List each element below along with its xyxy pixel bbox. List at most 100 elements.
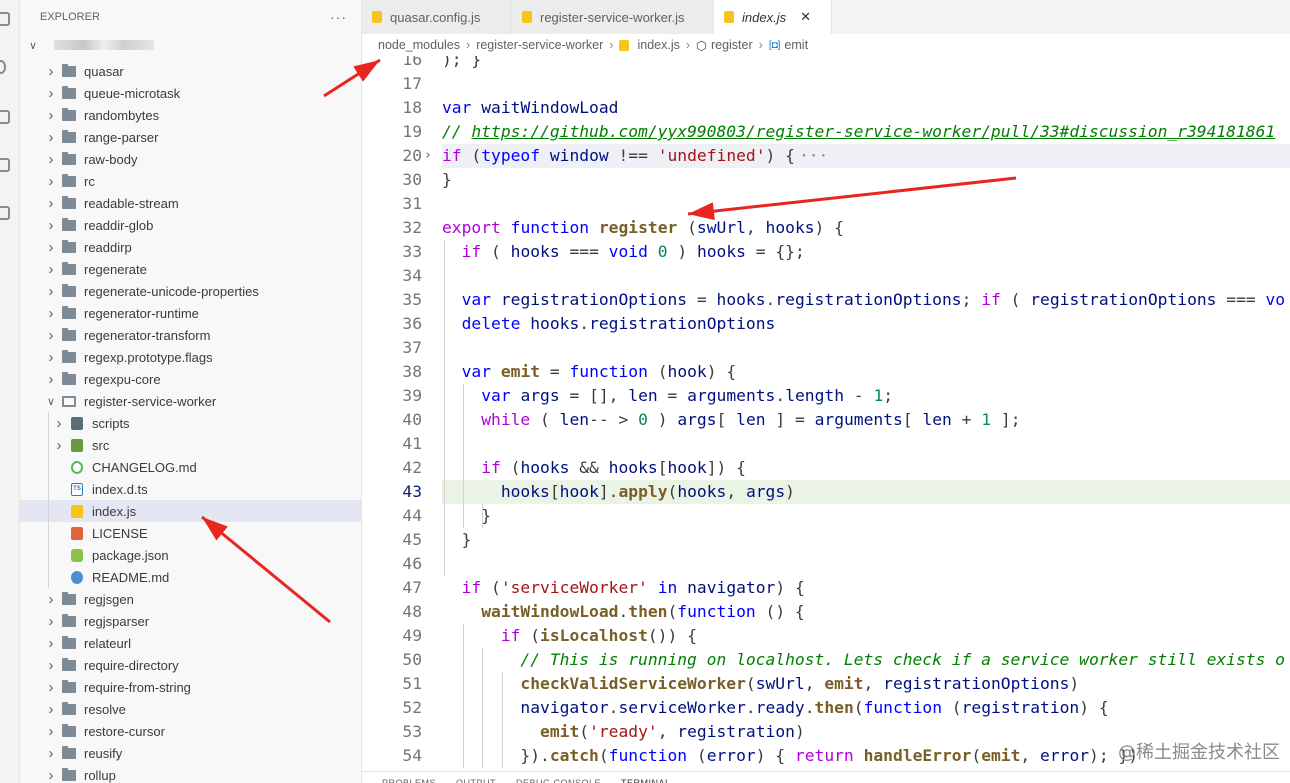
tree-folder[interactable]: › require-from-string [20, 676, 361, 698]
extensions-icon[interactable] [0, 206, 10, 220]
tree-folder[interactable]: › scripts [20, 412, 361, 434]
tree-folder[interactable]: › rc [20, 170, 361, 192]
tree-folder[interactable]: › regenerator-transform [20, 324, 361, 346]
tree-item-label: relateurl [84, 635, 131, 651]
code-token: ( [853, 698, 864, 717]
tree-folder[interactable]: › regjsgen [20, 588, 361, 610]
tree-folder[interactable]: › range-parser [20, 126, 361, 148]
code-token: arguments [687, 386, 776, 405]
tree-folder[interactable]: › rollup [20, 764, 361, 783]
tree-folder[interactable]: › regjsparser [20, 610, 361, 632]
folder-icon [62, 395, 76, 407]
close-icon[interactable]: ✕ [800, 9, 811, 25]
code-token: 0 [638, 410, 648, 429]
tab-quasar-config-js[interactable]: quasar.config.js [362, 0, 512, 34]
tree-folder[interactable]: › reusify [20, 742, 361, 764]
folder-icon [62, 679, 76, 693]
code-token: len [559, 410, 590, 429]
tree-item-label: rc [84, 173, 95, 189]
code-token: ready [755, 698, 805, 717]
indent-guide [502, 672, 503, 768]
folder-icon [62, 613, 76, 627]
tree-folder[interactable]: › require-directory [20, 654, 361, 676]
tree-item-label: resolve [84, 701, 126, 717]
folder-icon [62, 283, 76, 297]
tree-folder[interactable]: › restore-cursor [20, 720, 361, 742]
code-token: === [559, 242, 609, 261]
panel-tab-terminal[interactable]: TERMINAL [621, 778, 671, 783]
tree-folder[interactable]: › relateurl [20, 632, 361, 654]
javascript-file-icon [724, 11, 734, 23]
tree-folder[interactable]: › randombytes [20, 104, 361, 126]
tree-file[interactable]: package.json [20, 544, 361, 566]
tree-folder[interactable]: › resolve [20, 698, 361, 720]
folder-icon [62, 305, 76, 319]
folder-icon [62, 129, 76, 143]
more-actions-icon[interactable]: ··· [330, 9, 347, 25]
tree-folder[interactable]: › regexpu-core [20, 368, 361, 390]
code-editor[interactable]: 16); } 17 18 var waitWindowLoad 19// https:/… [362, 56, 1290, 771]
tree-folder[interactable]: › raw-body [20, 148, 361, 170]
tree-file[interactable]: CHANGELOG.md [20, 456, 361, 478]
tree-folder[interactable]: › queue-microtask [20, 82, 361, 104]
tree-item-label: LICENSE [92, 525, 148, 541]
tree-folder[interactable]: › regexp.prototype.flags [20, 346, 361, 368]
code-token: hooks [716, 290, 766, 309]
tree-folder[interactable]: › regenerate-unicode-properties [20, 280, 361, 302]
code-token: , [657, 722, 678, 741]
chevron-right-icon[interactable]: › [424, 144, 432, 168]
panel-tab-problems[interactable]: PROBLEMS [382, 778, 436, 783]
breadcrumb-item[interactable]: index.js [637, 38, 679, 52]
tree-item-label: CHANGELOG.md [92, 459, 197, 475]
tree-folder[interactable]: › regenerator-runtime [20, 302, 361, 324]
code-token: checkValidServiceWorker [520, 674, 746, 693]
panel-tab-debug-console[interactable]: DEBUG CONSOLE [516, 778, 601, 783]
folder-icon [62, 85, 76, 99]
breadcrumb-item[interactable]: node_modules [378, 38, 460, 52]
source-control-icon[interactable] [0, 110, 10, 124]
tree-folder[interactable]: › readdirp [20, 236, 361, 258]
workspace-root[interactable]: ∨ [20, 34, 361, 56]
code-line: // This is running on localhost. Lets ch… [442, 648, 1290, 672]
search-icon[interactable] [0, 60, 6, 74]
code-token: hooks [520, 458, 570, 477]
indent-guide [482, 504, 483, 528]
line-number: 34 [402, 266, 422, 285]
code-token: ]) { [706, 458, 746, 477]
breadcrumb-item[interactable]: emit [784, 38, 808, 52]
code-token: emit [824, 674, 864, 693]
chevron-right-icon: › [48, 678, 54, 696]
files-icon[interactable] [0, 12, 10, 26]
tree-file[interactable]: index.js [20, 500, 361, 522]
code-token: function [863, 698, 942, 717]
panel-tab-output[interactable]: OUTPUT [456, 778, 496, 783]
tree-folder[interactable]: ∨ register-service-worker [20, 390, 361, 412]
code-token: registrationOptions [883, 674, 1070, 693]
tree-folder[interactable]: › regenerate [20, 258, 361, 280]
chevron-right-icon: › [48, 744, 54, 762]
code-token: registrationOptions [500, 290, 688, 309]
tree-folder[interactable]: › readable-stream [20, 192, 361, 214]
breadcrumb: node_modules › register-service-worker › ind… [362, 34, 1290, 56]
tab-register-service-worker-js[interactable]: register-service-worker.js [512, 0, 714, 34]
breadcrumb-item[interactable]: register-service-worker [476, 38, 603, 52]
tree-folder[interactable]: › quasar [20, 60, 361, 82]
code-token: if [500, 626, 521, 645]
tree-item-label: scripts [92, 415, 130, 431]
tree-file[interactable]: TS index.d.ts [20, 478, 361, 500]
tab-index-js[interactable]: index.js ✕ [714, 0, 832, 34]
tree-file[interactable]: LICENSE [20, 522, 361, 544]
folder-icon [62, 701, 76, 715]
run-debug-icon[interactable] [0, 158, 10, 172]
tree-file[interactable]: README.md [20, 566, 361, 588]
code-token: , [1020, 746, 1041, 765]
code-token: len [922, 410, 952, 429]
redacted-project-name [54, 40, 154, 50]
chevron-right-icon: › [48, 150, 54, 168]
chevron-right-icon: › [48, 370, 54, 388]
code-line: var args = [], len = arguments.length - … [442, 384, 1290, 408]
tree-folder[interactable]: › src [20, 434, 361, 456]
tree-folder[interactable]: › readdir-glob [20, 214, 361, 236]
breadcrumb-item[interactable]: register [711, 38, 753, 52]
